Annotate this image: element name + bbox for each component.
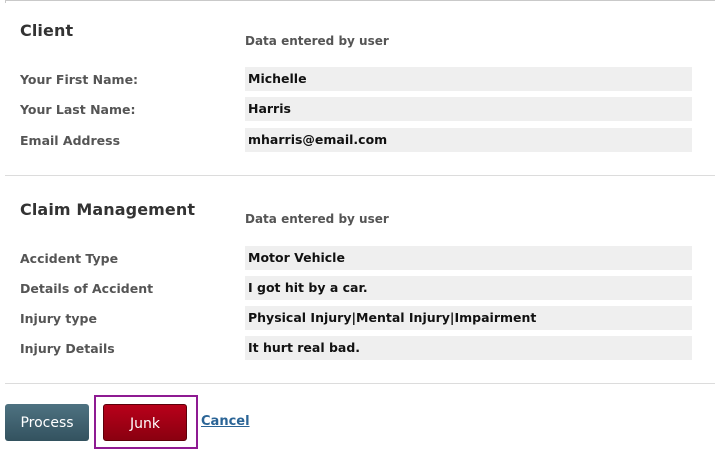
last-name-value: Harris <box>245 97 692 121</box>
injury-details-label: Injury Details <box>20 341 115 356</box>
accident-details-value: I got hit by a car. <box>245 276 692 300</box>
client-section-title: Client <box>20 21 74 40</box>
first-name-value: Michelle <box>245 67 692 91</box>
section-divider <box>5 175 715 176</box>
claim-review-page: Client Data entered by user Your First N… <box>0 0 715 452</box>
email-value: mharris@email.com <box>245 128 692 152</box>
claim-data-note: Data entered by user <box>245 212 389 226</box>
top-divider <box>5 0 715 1</box>
injury-type-label: Injury type <box>20 311 97 326</box>
accident-type-label: Accident Type <box>20 251 119 266</box>
process-button[interactable]: Process <box>5 404 89 441</box>
injury-details-value: It hurt real bad. <box>245 336 692 360</box>
injury-type-value: Physical Injury|Mental Injury|Impairment <box>245 306 692 330</box>
accident-type-value: Motor Vehicle <box>245 246 692 270</box>
actions-divider <box>5 383 715 384</box>
claim-section-title: Claim Management <box>20 200 196 219</box>
last-name-label: Your Last Name: <box>20 102 136 117</box>
left-edge-mark <box>5 0 6 3</box>
email-label: Email Address <box>20 133 121 148</box>
cancel-link[interactable]: Cancel <box>201 414 250 429</box>
first-name-label: Your First Name: <box>20 72 139 87</box>
accident-details-label: Details of Accident <box>20 281 154 296</box>
junk-button[interactable]: Junk <box>103 404 187 441</box>
client-data-note: Data entered by user <box>245 34 389 48</box>
